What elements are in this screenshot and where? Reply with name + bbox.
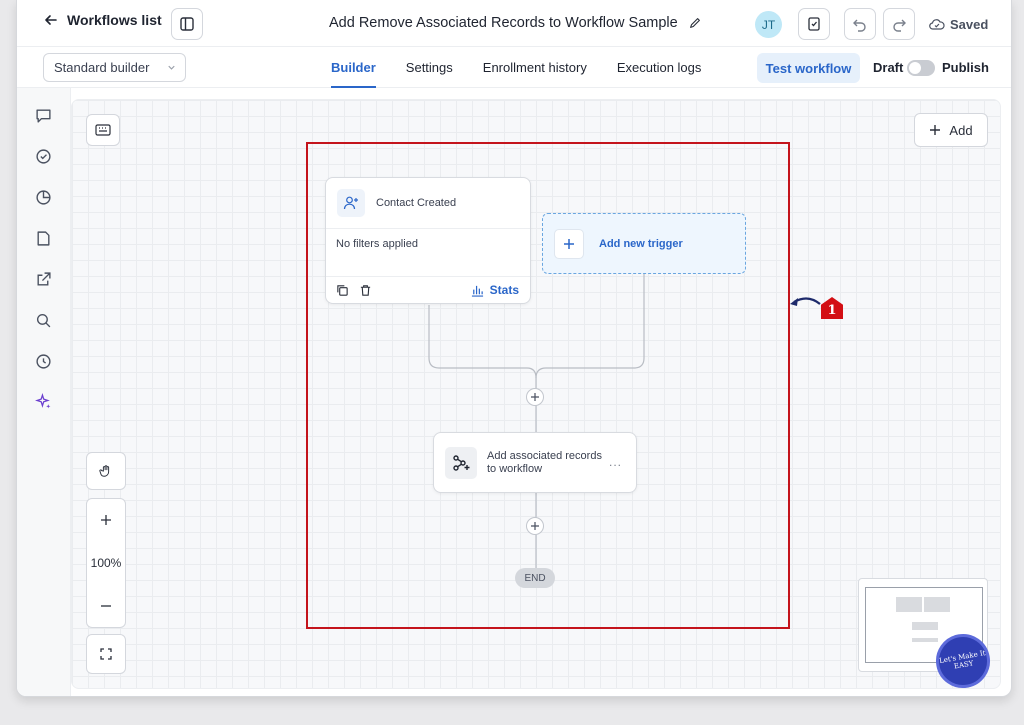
highlight-box: [306, 142, 790, 629]
curved-arrow-icon: [790, 297, 821, 306]
